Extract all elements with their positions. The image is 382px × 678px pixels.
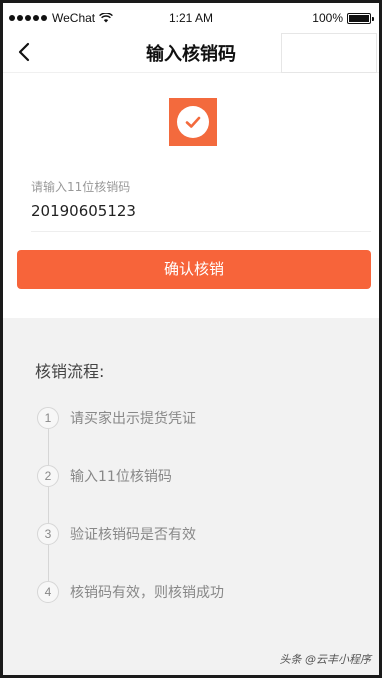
step-number: 3 bbox=[37, 523, 59, 545]
code-field-label: 请输入11位核销码 bbox=[31, 180, 131, 194]
input-underline bbox=[31, 231, 371, 232]
status-right: 100% bbox=[312, 11, 374, 25]
confirm-verify-button[interactable]: 确认核销 bbox=[17, 250, 371, 289]
app-logo bbox=[169, 98, 217, 146]
step-text: 验证核销码是否有效 bbox=[70, 527, 196, 543]
battery-percent: 100% bbox=[312, 11, 343, 25]
step-number: 2 bbox=[37, 465, 59, 487]
step-number: 4 bbox=[37, 581, 59, 603]
step-connector bbox=[48, 487, 49, 523]
verification-code-input[interactable] bbox=[31, 202, 371, 220]
status-bar: WeChat 1:21 AM 100% bbox=[3, 3, 379, 31]
step-item: 2 输入11位核销码 bbox=[37, 465, 172, 487]
step-text: 请买家出示提货凭证 bbox=[70, 411, 196, 427]
step-connector bbox=[48, 545, 49, 581]
check-circle-icon bbox=[177, 106, 209, 138]
step-item: 1 请买家出示提货凭证 bbox=[37, 407, 196, 429]
checkmark-icon bbox=[185, 116, 201, 128]
process-title: 核销流程: bbox=[35, 362, 105, 381]
battery-icon bbox=[347, 12, 374, 24]
step-text: 核销码有效，则核销成功 bbox=[70, 585, 224, 601]
step-item: 3 验证核销码是否有效 bbox=[37, 523, 196, 545]
phone-frame: WeChat 1:21 AM 100% 输入核销码 请输入11位核销码 2019… bbox=[0, 0, 382, 678]
step-number: 1 bbox=[37, 407, 59, 429]
miniprogram-capsule[interactable] bbox=[281, 33, 377, 73]
nav-bar: 输入核销码 bbox=[3, 31, 379, 73]
battery-fill bbox=[349, 14, 369, 22]
step-text: 输入11位核销码 bbox=[70, 469, 172, 485]
step-connector bbox=[48, 429, 49, 465]
step-item: 4 核销码有效，则核销成功 bbox=[37, 581, 224, 603]
watermark: 头条 @云丰小程序 bbox=[279, 653, 372, 666]
